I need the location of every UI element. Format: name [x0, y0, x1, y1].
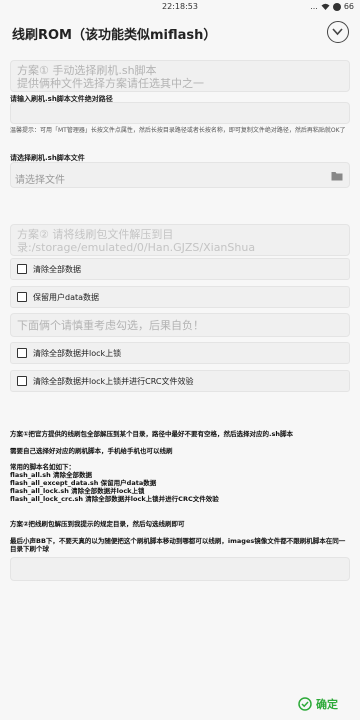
- folder-icon[interactable]: [331, 171, 343, 181]
- option2-hint-box: 方案② 请将线刷包文件解压到目录:/storage/emulated/0/Han…: [10, 224, 350, 256]
- note-script-list: 常用的脚本名如如下： flash_all.sh 清除全部数据 flash_all…: [10, 463, 350, 503]
- note-option1: 方案①把官方提供的线刷包全部解压到某个目录，路径中最好不要有空格，然后选择对应的…: [10, 430, 293, 438]
- option1-hint: 方案① 手动选择刷机.sh脚本 提供俩种文件选择方案请任选其中之一: [11, 61, 349, 93]
- checkbox-keep-data[interactable]: [17, 292, 27, 302]
- signal-icon: ...: [310, 2, 318, 11]
- option-label: 清除全部数据并lock上锁: [33, 349, 122, 358]
- chevron-down-icon: [332, 28, 343, 36]
- option-label: 清除全部数据并lock上锁并进行CRC文件效验: [33, 377, 194, 386]
- checkbox-clear-all[interactable]: [17, 264, 27, 274]
- page-title: 线刷ROM（该功能类似miflash）: [12, 28, 217, 43]
- battery-icon: [332, 2, 341, 11]
- check-circle-icon: [298, 697, 312, 711]
- script-path-input[interactable]: [10, 102, 350, 124]
- confirm-label: 确定: [316, 698, 338, 711]
- note-select-script: 需要自己选择好对应的刷机脚本，手机给手机也可以线刷: [10, 447, 173, 455]
- warning-hint: 下面俩个请慎重考虑勾选，后果自负！: [17, 319, 204, 332]
- option1-hint-line2: 提供俩种文件选择方案请任选其中之一: [17, 77, 204, 90]
- file-picker-placeholder: 请选择文件: [15, 175, 65, 186]
- warning-hint-box: 下面俩个请慎重考虑勾选，后果自负！: [10, 313, 350, 337]
- confirm-button[interactable]: 确定: [298, 696, 338, 712]
- script-file-picker[interactable]: 请选择文件: [10, 162, 350, 188]
- option-keep-data[interactable]: 保留用户data数据: [10, 286, 350, 308]
- note-script-line: flash_all_except_data.sh 保留用户data数据: [10, 479, 157, 487]
- note-warning: 最后小声BB下，不要天真的以为随便把这个刷机脚本移动到哪都可以线刷，images…: [10, 537, 346, 553]
- wifi-icon: [321, 3, 330, 10]
- option-label: 保留用户data数据: [33, 293, 100, 302]
- option1-hint-line1: 方案① 手动选择刷机.sh脚本: [17, 64, 157, 77]
- note-script-list-title: 常用的脚本名如如下：: [10, 463, 75, 471]
- note-script-line: flash_all_lock.sh 清除全部数据并lock上锁: [10, 487, 145, 495]
- option2-hint: 方案② 请将线刷包文件解压到目录:/storage/emulated/0/Han…: [17, 228, 256, 254]
- note-option2: 方案②把线刷包解压到我提示的规定目录，然后勾选线刷即可: [10, 520, 185, 528]
- battery-level: 66: [343, 2, 354, 11]
- option1-hint-box: 方案① 手动选择刷机.sh脚本 提供俩种文件选择方案请任选其中之一: [10, 60, 350, 92]
- checkbox-clear-lock-crc[interactable]: [17, 376, 27, 386]
- checkbox-clear-lock[interactable]: [17, 348, 27, 358]
- option-clear-all[interactable]: 清除全部数据: [10, 258, 350, 280]
- status-time: 22:18:53: [162, 2, 198, 11]
- header: 线刷ROM（该功能类似miflash）: [0, 20, 360, 46]
- status-bar: 22:18:53 ... 66: [0, 0, 360, 14]
- status-icons: ... 66: [310, 2, 354, 11]
- note-script-line: flash_all.sh 清除全部数据: [10, 471, 93, 479]
- log-output-box: [10, 557, 350, 581]
- option-label: 清除全部数据: [33, 265, 81, 274]
- option-clear-lock[interactable]: 清除全部数据并lock上锁: [10, 342, 350, 364]
- option-clear-lock-crc[interactable]: 清除全部数据并lock上锁并进行CRC文件效验: [10, 370, 350, 392]
- note-script-line: flash_all_lock_crc.sh 清除全部数据并lock上锁并进行CR…: [10, 495, 219, 503]
- script-path-tip: 温馨提示：可用「MT管理器」长按文件点属性，然后长按目录路径或者长按名称，即可复…: [10, 127, 346, 134]
- collapse-button[interactable]: [327, 21, 349, 43]
